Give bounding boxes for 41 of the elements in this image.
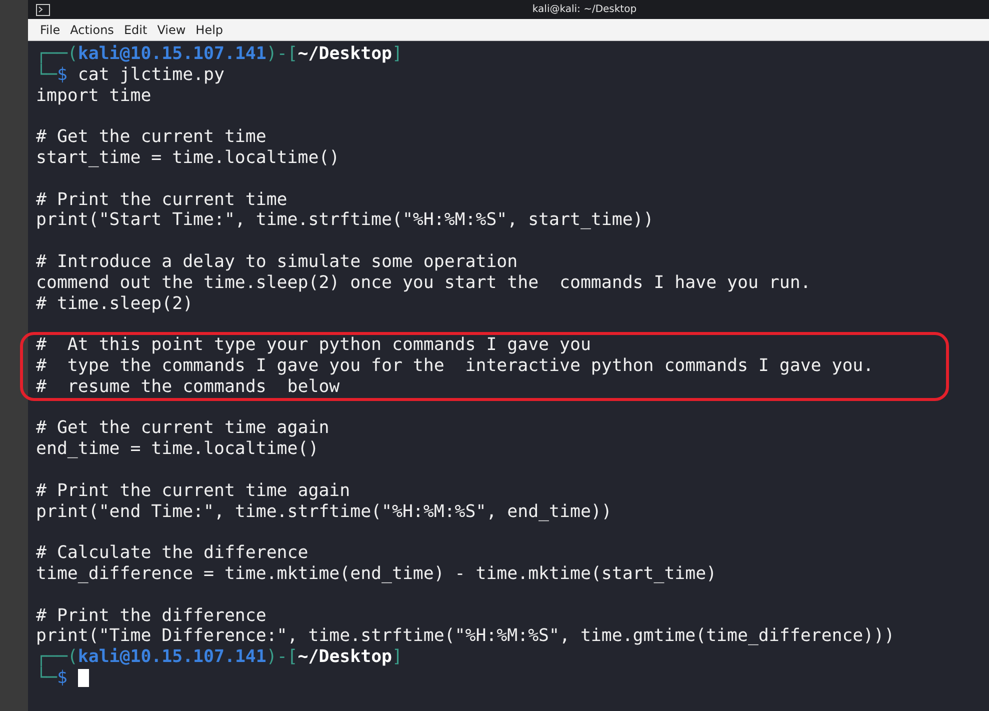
prompt-frame: ┌──( — [36, 44, 78, 64]
prompt-frame: └─ — [36, 668, 57, 688]
prompt-user-host: kali@10.15.107.141 — [78, 647, 266, 668]
code-line: end_time = time.localtime() — [36, 439, 319, 460]
menu-item[interactable]: Help — [192, 22, 228, 36]
code-line: # At this point type your python commands I gave you — [36, 335, 591, 356]
prompt-frame: ┌──( — [36, 647, 78, 668]
code-line: # time.sleep(2) — [36, 294, 194, 314]
code-line: # Get the current time again — [36, 418, 330, 438]
prompt-bracket: ] — [392, 44, 402, 64]
code-line: time_difference = time.mktime(end_time) - time.mktime(start_time) — [36, 564, 717, 584]
code-line: # Calculate the difference — [36, 543, 308, 564]
code-line: commend out the time.sleep(2) once you start the commands I have you run. — [36, 272, 811, 293]
code-line: print("end Time:", time.strftime("%H:%M:%S", end_time)) — [36, 502, 612, 522]
prompt-separator: )-[ — [266, 647, 298, 668]
prompt-path: ~/Desktop — [298, 44, 392, 64]
prompt-symbol: $ — [56, 668, 68, 688]
code-line: # Introduce a delay to simulate some operation — [36, 252, 518, 272]
code-line: print("Start Time:", time.strftime("%H:%M:%S", start_time)) — [36, 210, 654, 230]
prompt-bracket: ] — [392, 647, 402, 668]
prompt-user-host: kali@10.15.107.141 — [78, 44, 266, 64]
code-line: start_time = time.localtime() — [36, 148, 340, 168]
command-text: cat jlctime.py — [78, 64, 225, 85]
menu-item[interactable]: View — [153, 22, 190, 36]
prompt-path: ~/Desktop — [298, 647, 392, 668]
code-line: # resume the commands below — [36, 376, 340, 397]
prompt-separator: )-[ — [266, 44, 298, 64]
menu-item[interactable]: File — [36, 22, 64, 36]
code-line: # Print the current time again — [36, 480, 350, 501]
code-line: # Print the difference — [36, 606, 266, 626]
prompt-symbol: $ — [56, 64, 68, 85]
prompt-frame: └─ — [36, 64, 57, 85]
menu-item[interactable]: Edit — [120, 22, 152, 36]
menu-item[interactable]: Actions — [66, 22, 118, 36]
code-line: # Get the current time — [36, 127, 266, 148]
code-line: # Print the current time — [36, 190, 288, 210]
code-line: # type the commands I gave you for the interactive python commands I gave you. — [36, 356, 874, 376]
terminal-icon[interactable] — [36, 4, 50, 16]
window-title: kali@kali: ~/Desktop — [531, 4, 638, 15]
code-line: import time — [36, 86, 152, 106]
code-line: print("Time Difference:", time.strftime("%H:%M:%S", time.gmtime(time_difference))) — [36, 626, 895, 646]
